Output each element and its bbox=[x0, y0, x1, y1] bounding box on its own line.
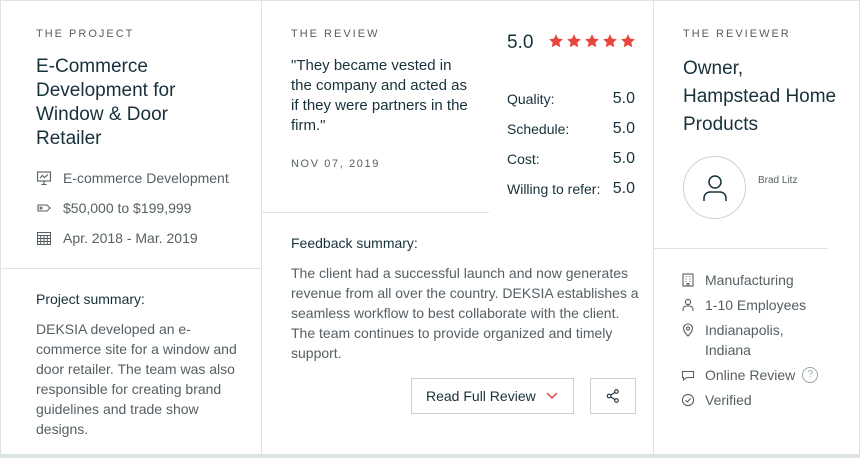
project-title: E-Commerce Development for Window & Door… bbox=[36, 56, 176, 149]
rating-label: Willing to refer: bbox=[507, 181, 601, 197]
reviewer-eyebrow: THE REVIEWER bbox=[683, 28, 791, 40]
reviewer-name: Brad Litz bbox=[758, 175, 798, 186]
feedback-text: The client had a successful launch and n… bbox=[291, 265, 639, 361]
check-circle-icon bbox=[681, 393, 695, 407]
project-service-label: E-commerce Development bbox=[63, 170, 229, 186]
reviewer-review-type: Online Review ? bbox=[681, 365, 819, 385]
rating-value: 5.0 bbox=[612, 180, 635, 197]
reviewer-divider bbox=[654, 248, 828, 249]
reviewer-verified: Verified bbox=[681, 390, 752, 410]
star-icon bbox=[603, 34, 617, 48]
project-budget: $50,000 to $199,999 bbox=[36, 198, 191, 218]
help-icon[interactable]: ? bbox=[802, 367, 819, 383]
project-dates: Apr. 2018 - Mar. 2019 bbox=[36, 228, 198, 248]
rating-value: 5.0 bbox=[612, 120, 635, 137]
review-quote: "They became vested in the company and a… bbox=[291, 57, 468, 134]
reviewer-location-label: Indianapolis, Indiana bbox=[705, 322, 784, 358]
star-icon bbox=[549, 34, 563, 48]
project-divider bbox=[1, 268, 262, 269]
project-eyebrow: THE PROJECT bbox=[36, 28, 135, 40]
project-column: THE PROJECT E-Commerce Development for W… bbox=[1, 1, 262, 454]
rating-row: Quality: 5.0 bbox=[507, 83, 635, 115]
project-budget-label: $50,000 to $199,999 bbox=[63, 200, 192, 216]
reviewer-review-type-label: Online Review bbox=[705, 367, 796, 383]
star-icon bbox=[621, 34, 635, 48]
price-tag-icon bbox=[36, 200, 52, 216]
rating-label: Schedule: bbox=[507, 121, 570, 137]
star-icon bbox=[567, 34, 581, 48]
overall-score: 5.0 bbox=[507, 32, 534, 53]
star-icon bbox=[585, 34, 599, 48]
share-button[interactable] bbox=[590, 378, 636, 414]
rating-label: Cost: bbox=[507, 151, 540, 167]
star-rating bbox=[548, 33, 636, 49]
reviewer-industry-label: Manufacturing bbox=[705, 272, 794, 288]
reviewer-employees: 1-10 Employees bbox=[681, 295, 806, 315]
user-icon bbox=[702, 174, 727, 201]
rating-label: Quality: bbox=[507, 91, 555, 107]
feedback-label: Feedback summary: bbox=[291, 235, 418, 251]
project-summary-label: Project summary: bbox=[36, 291, 145, 307]
reviewer-industry: Manufacturing bbox=[681, 270, 794, 290]
calendar-icon bbox=[36, 230, 52, 246]
reviewer-title: Owner, Hampstead Home Products bbox=[683, 58, 837, 135]
read-full-review-button[interactable]: Read Full Review bbox=[411, 378, 574, 414]
project-dates-label: Apr. 2018 - Mar. 2019 bbox=[63, 230, 198, 246]
reviewer-location: Indianapolis, Indiana bbox=[681, 320, 831, 360]
ratings-list: Quality: 5.0 Schedule: 5.0 Cost: 5.0 Willing t… bbox=[507, 85, 635, 205]
rating-value: 5.0 bbox=[612, 150, 635, 167]
reviewer-verified-label: Verified bbox=[705, 392, 752, 408]
project-service: E-commerce Development bbox=[36, 168, 229, 188]
chat-bubble-icon bbox=[681, 368, 695, 382]
project-summary-text: DEKSIA developed an e-commerce site for … bbox=[36, 321, 237, 437]
rating-value: 5.0 bbox=[612, 90, 635, 107]
rating-row: Cost: 5.0 bbox=[507, 143, 635, 175]
rating-row: Schedule: 5.0 bbox=[507, 113, 635, 145]
reviewer-column: THE REVIEWER Owner, Hampstead Home Produ… bbox=[654, 1, 860, 454]
location-pin-icon bbox=[681, 323, 695, 337]
rating-row: Willing to refer: 5.0 bbox=[507, 173, 635, 205]
building-icon bbox=[681, 273, 695, 287]
share-icon bbox=[605, 388, 621, 404]
review-divider bbox=[262, 212, 489, 213]
reviewer-employees-label: 1-10 Employees bbox=[705, 297, 807, 313]
review-eyebrow: THE REVIEW bbox=[291, 28, 380, 40]
avatar bbox=[683, 156, 746, 219]
review-column: THE REVIEW "They became vested in the co… bbox=[262, 1, 654, 454]
read-full-review-label: Read Full Review bbox=[426, 388, 536, 404]
review-card: THE PROJECT E-Commerce Development for W… bbox=[0, 0, 860, 458]
review-date: NOV 07, 2019 bbox=[291, 158, 380, 170]
person-icon bbox=[681, 298, 695, 312]
chevron-down-icon bbox=[545, 391, 559, 401]
presentation-icon bbox=[36, 170, 52, 186]
